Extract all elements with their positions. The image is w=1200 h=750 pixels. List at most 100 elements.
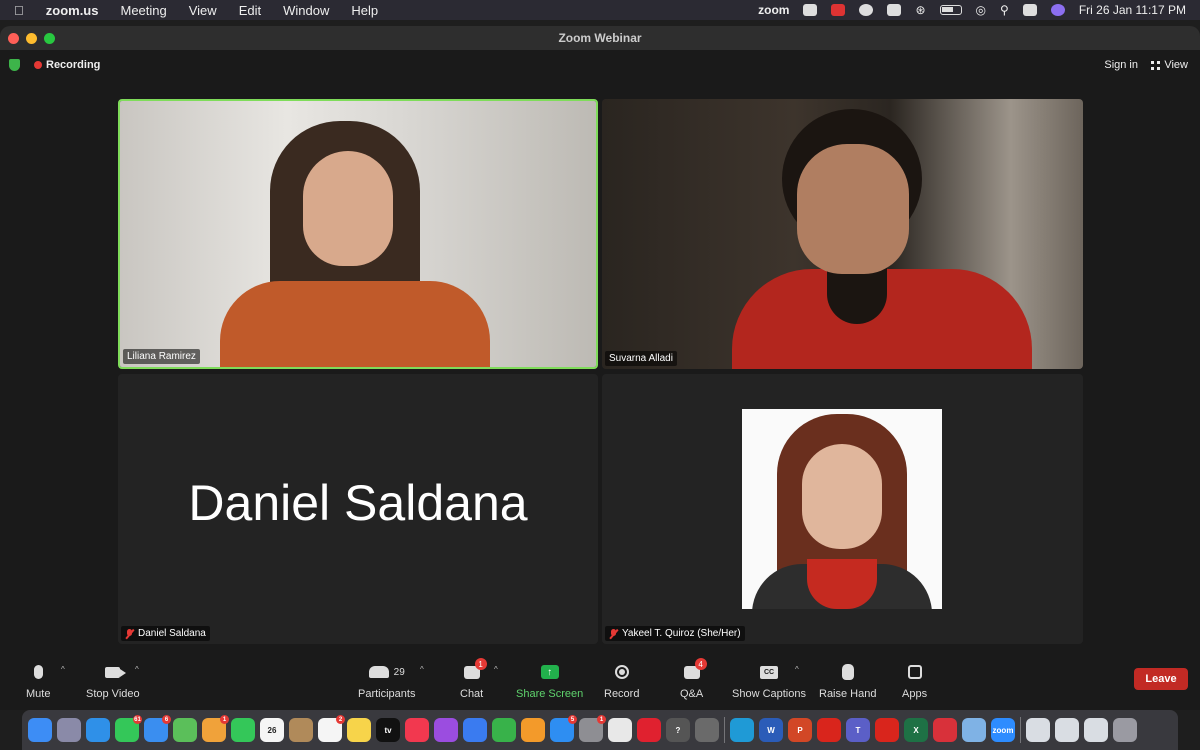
participants-button[interactable]: 29 Participants [358, 662, 415, 700]
video-tile-suvarna[interactable]: Suvarna Alladi [602, 99, 1083, 369]
menu-help[interactable]: Help [351, 3, 378, 18]
chat-options-caret[interactable]: ^ [494, 665, 498, 674]
dock-system-settings-icon[interactable]: 1 [579, 715, 606, 742]
record-button[interactable]: Record [604, 662, 639, 700]
control-center-icon[interactable] [1022, 4, 1037, 16]
dock-app-store-icon[interactable]: 5 [550, 715, 577, 742]
menubar-datetime[interactable]: Fri 26 Jan 11:17 PM [1079, 3, 1186, 17]
apps-button[interactable]: Apps [902, 662, 927, 700]
sign-in-button[interactable]: Sign in [1104, 59, 1138, 71]
expressvpn-status-icon[interactable] [803, 4, 818, 16]
dock-music-icon[interactable] [405, 718, 429, 742]
dock-notification-badge: 1 [220, 715, 229, 724]
zoom-status-item[interactable]: zoom [758, 3, 789, 17]
chat-badge: 1 [474, 658, 487, 670]
menu-window[interactable]: Window [283, 3, 329, 18]
dock-opera-icon[interactable] [637, 718, 661, 742]
dock-downloads-stack-icon[interactable] [1026, 718, 1050, 742]
dock-documents-stack-icon[interactable] [1084, 718, 1108, 742]
dock-zoom-icon[interactable]: zoom [991, 718, 1015, 742]
dock-keynote-icon[interactable] [463, 718, 487, 742]
dock-contacts-icon[interactable] [289, 718, 313, 742]
stop-video-button[interactable]: Stop Video [86, 662, 140, 700]
spotlight-search-icon[interactable]: ⚲ [1000, 3, 1009, 17]
dock-facetime-icon[interactable] [231, 718, 255, 742]
dock-maps-icon[interactable] [173, 718, 197, 742]
menu-meeting[interactable]: Meeting [120, 3, 166, 18]
participant-video [602, 99, 1083, 369]
menu-view[interactable]: View [189, 3, 217, 18]
dock-excel-icon[interactable]: X [904, 718, 928, 742]
audio-options-caret[interactable]: ^ [61, 665, 65, 674]
chat-button[interactable]: 1 Chat [460, 658, 487, 700]
dock-expressvpn-icon[interactable] [933, 718, 957, 742]
dock-screenshots-stack-icon[interactable] [1055, 718, 1079, 742]
security-shield-icon[interactable] [9, 59, 20, 71]
dock-acrobat-reader-icon[interactable] [875, 718, 899, 742]
dock-powerpoint-icon[interactable]: P [788, 718, 812, 742]
raise-hand-icon [841, 664, 854, 680]
leave-button[interactable]: Leave [1134, 668, 1188, 690]
recording-label: Recording [46, 59, 101, 71]
video-camera-icon [105, 666, 127, 678]
zoom-window-button[interactable] [44, 33, 55, 44]
dock-acrobat-icon[interactable] [817, 718, 841, 742]
bluetooth-icon[interactable]: ⊛ [915, 3, 925, 17]
qa-button[interactable]: 4 Q&A [680, 658, 707, 700]
wifi-icon[interactable]: ◎ [976, 3, 986, 17]
dock-trash-icon[interactable] [1113, 718, 1137, 742]
network-status-icon[interactable] [859, 4, 874, 16]
minimize-window-button[interactable] [26, 33, 37, 44]
captions-options-caret[interactable]: ^ [795, 665, 799, 674]
dock-launchpad-icon[interactable] [57, 718, 81, 742]
video-tile-daniel[interactable]: Daniel Saldana Daniel Saldana [118, 374, 598, 644]
dock-edge-icon[interactable] [730, 718, 754, 742]
dock-messages-icon[interactable]: 61 [115, 715, 142, 742]
dock-help-icon[interactable]: ? [666, 718, 690, 742]
participant-name: Liliana Ramirez [127, 351, 196, 362]
dock-photos-icon[interactable]: 1 [202, 715, 229, 742]
dock-notification-badge: 1 [597, 715, 606, 724]
dock-calendar-icon[interactable]: 26 [260, 718, 284, 742]
mcafee-status-icon[interactable] [831, 4, 846, 16]
dock-separator [1020, 717, 1021, 743]
dock-podcasts-icon[interactable] [434, 718, 458, 742]
menu-app-name[interactable]: zoom.us [46, 3, 99, 18]
malwarebytes-status-icon[interactable] [887, 4, 902, 16]
dock-icon-label: T [855, 725, 861, 735]
dock-numbers-icon[interactable] [492, 718, 516, 742]
dock-chrome-icon[interactable] [608, 718, 632, 742]
dock-reminders-icon[interactable]: 2 [318, 715, 345, 742]
view-button[interactable]: View [1151, 59, 1188, 71]
dock-word-icon[interactable]: W [759, 718, 783, 742]
dock-separator [724, 717, 725, 743]
dock-finder-icon[interactable] [28, 718, 52, 742]
siri-icon[interactable] [1050, 4, 1065, 16]
mute-button[interactable]: Mute [26, 662, 50, 700]
video-options-caret[interactable]: ^ [135, 665, 139, 674]
close-window-button[interactable] [8, 33, 19, 44]
share-screen-button[interactable]: ↑ Share Screen [516, 662, 583, 700]
participants-label: Participants [358, 688, 416, 700]
dock-keychain-icon[interactable] [695, 718, 719, 742]
menu-edit[interactable]: Edit [239, 3, 261, 18]
apple-menu-icon[interactable]:  [14, 3, 24, 18]
dock-apple-tv-icon[interactable]: tv [376, 718, 400, 742]
video-tile-yakeel[interactable]: Yakeel T. Quiroz (She/Her) [602, 374, 1083, 644]
dock-pages-icon[interactable] [521, 718, 545, 742]
video-tile-liliana[interactable]: Liliana Ramirez [118, 99, 598, 369]
apps-icon [907, 665, 922, 679]
recording-indicator[interactable]: Recording [34, 59, 100, 71]
participants-options-caret[interactable]: ^ [420, 665, 424, 674]
window-titlebar: Zoom Webinar [0, 26, 1200, 50]
dock-icon-label: zoom [992, 725, 1014, 735]
participant-video [120, 101, 596, 367]
dock-safari-icon[interactable] [86, 718, 110, 742]
dock-notes-icon[interactable] [347, 718, 371, 742]
dock-teams-icon[interactable]: T [846, 718, 870, 742]
battery-icon[interactable] [939, 5, 962, 15]
dock-mail-icon[interactable]: 6 [144, 715, 171, 742]
dock-icon-label: 26 [267, 725, 277, 735]
raise-hand-button[interactable]: Raise Hand [819, 662, 876, 700]
dock-preview-icon[interactable] [962, 718, 986, 742]
